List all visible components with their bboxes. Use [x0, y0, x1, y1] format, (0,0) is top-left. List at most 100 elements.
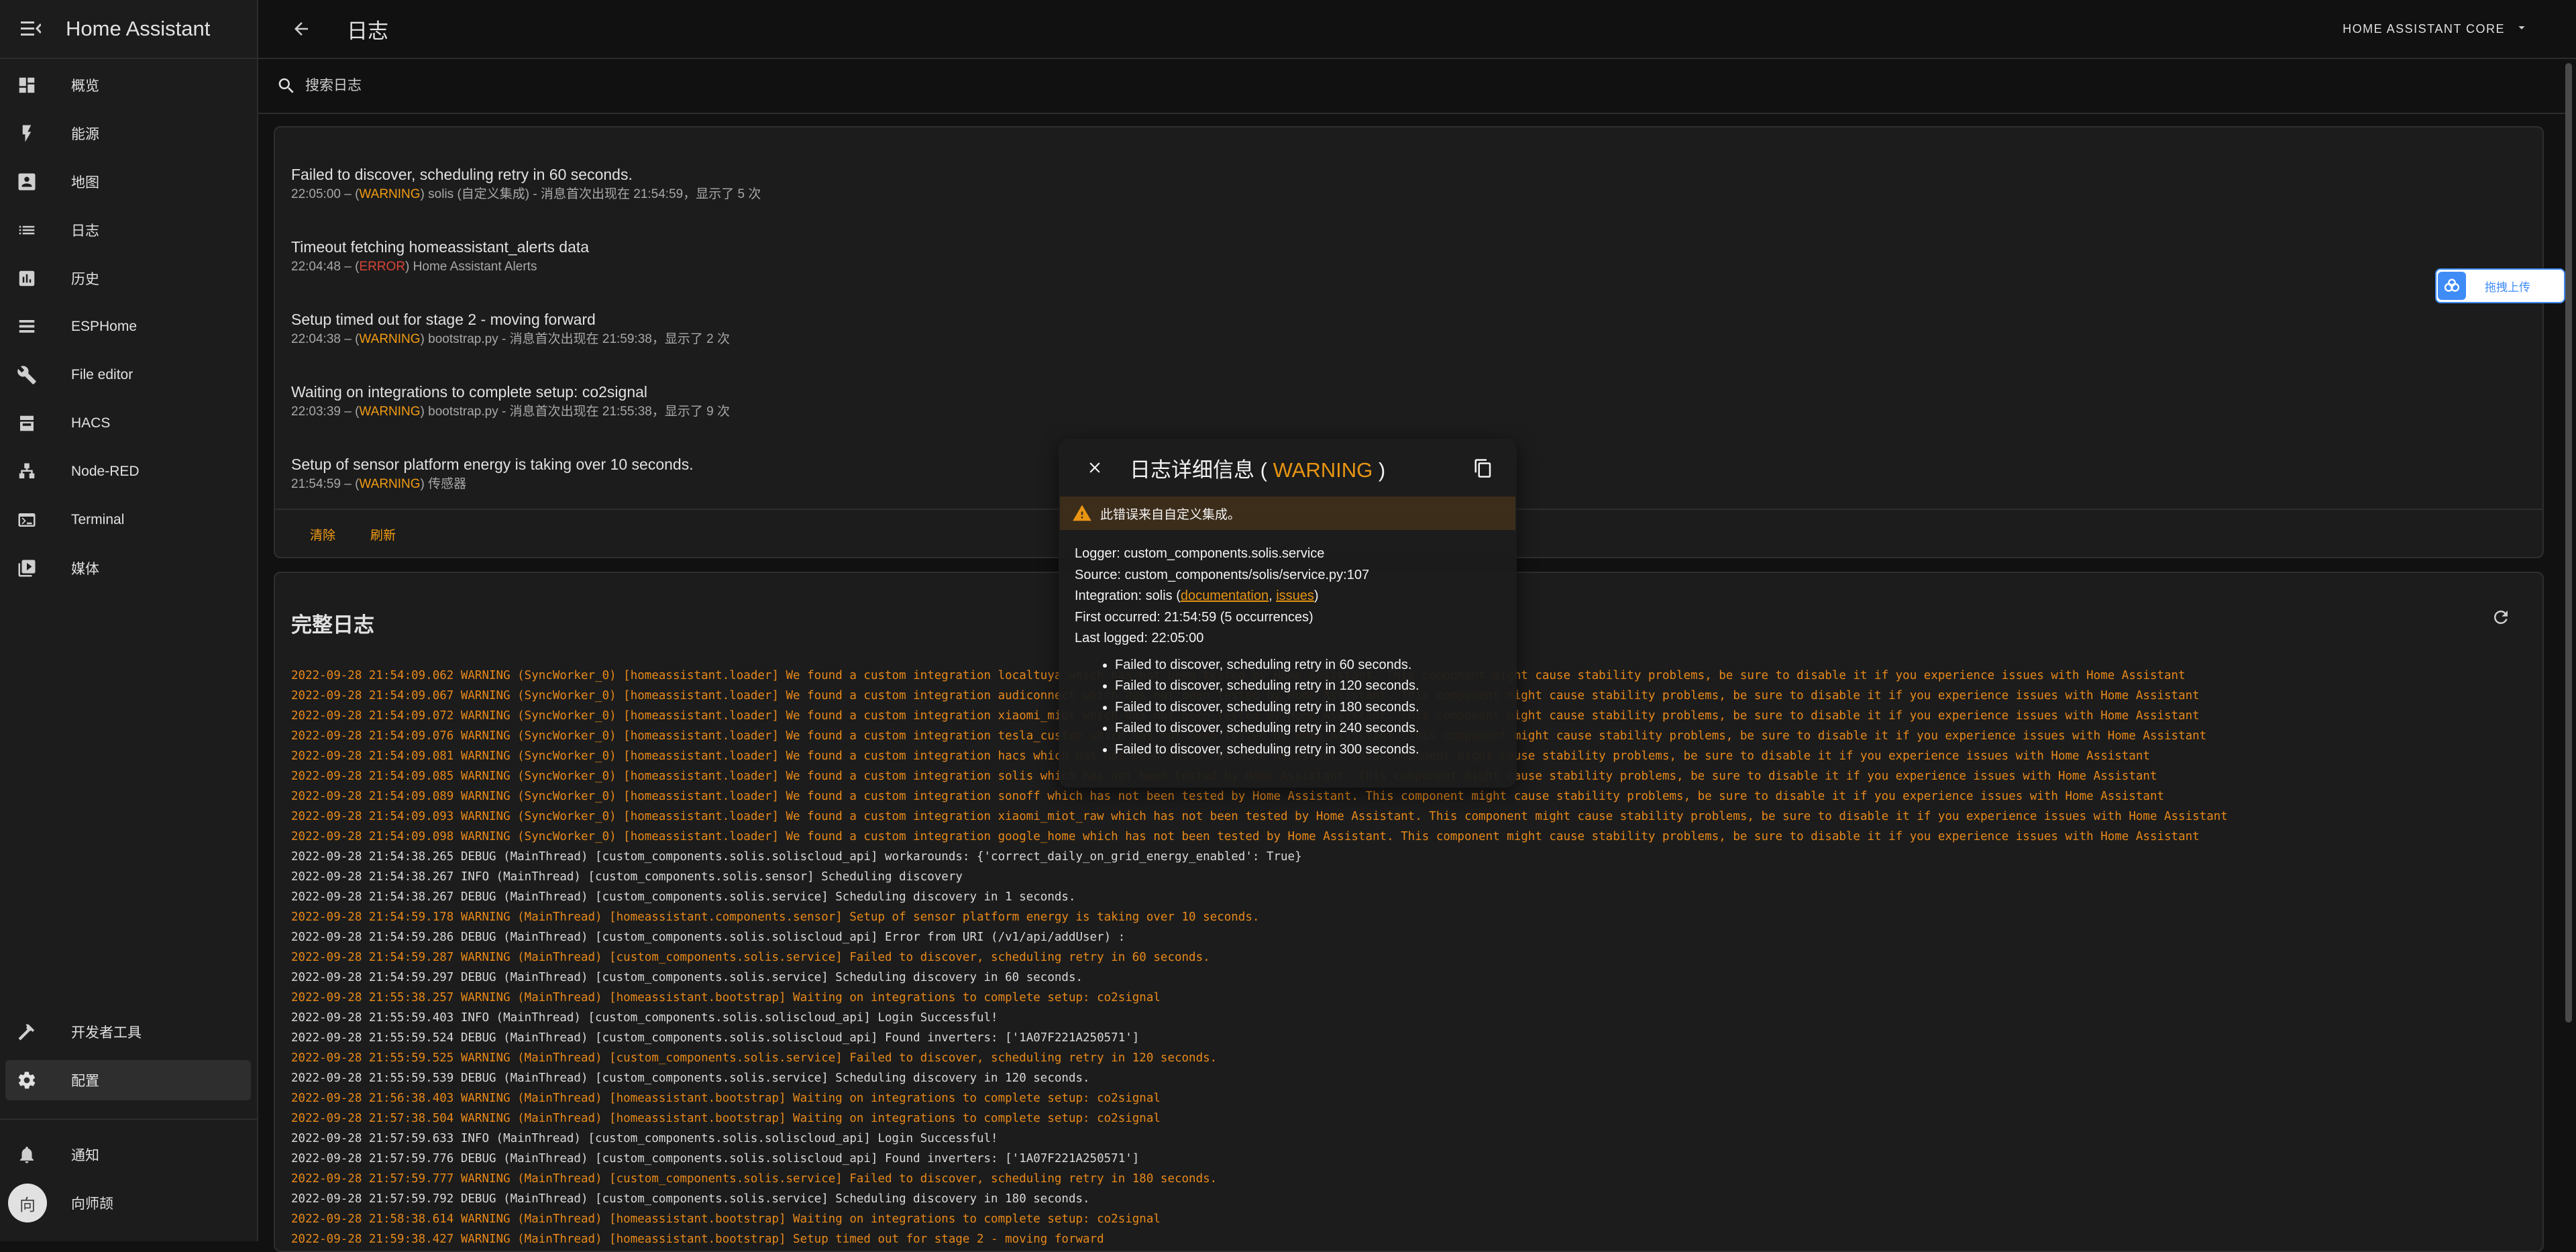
log-line: 2022-09-28 21:57:38.504 WARNING (MainThr…: [291, 1112, 1161, 1125]
sidebar-item-label: 日志: [71, 223, 99, 239]
log-line: 2022-09-28 21:57:59.777 WARNING (MainThr…: [291, 1172, 1218, 1186]
log-entry-message: Waiting on integrations to complete setu…: [291, 383, 648, 401]
first-occurred-line: First occurred: 21:54:59 (5 occurrences): [1075, 609, 1313, 625]
log-level-badge: WARNING: [359, 332, 421, 346]
sidebar-item-label: Terminal: [71, 512, 125, 527]
sidebar-item-user[interactable]: 向 向师颉: [0, 1179, 257, 1227]
message-item: Failed to discover, scheduling retry in …: [1115, 739, 1501, 761]
log-entry-meta: 22:03:39 – (WARNING) bootstrap.py - 消息首次…: [291, 405, 730, 419]
log-entry[interactable]: Waiting on integrations to complete setu…: [291, 381, 761, 454]
log-line: 2022-09-28 21:59:38.427 WARNING (MainThr…: [291, 1233, 1104, 1246]
log-line: 2022-09-28 21:55:59.403 INFO (MainThread…: [291, 1011, 998, 1025]
sidebar-item-11[interactable]: 开发者工具: [0, 1008, 257, 1056]
search-input[interactable]: [304, 77, 1648, 95]
sidebar-item-9[interactable]: Terminal: [0, 496, 257, 544]
log-line: 2022-09-28 21:57:59.776 DEBUG (MainThrea…: [291, 1152, 1140, 1165]
sidebar-item-label: File editor: [71, 367, 133, 382]
dialog-level: WARNING: [1273, 458, 1373, 482]
sidebar-item-5[interactable]: ESPHome: [0, 303, 257, 351]
message-item: Failed to discover, scheduling retry in …: [1115, 655, 1501, 676]
chart-icon: [16, 268, 38, 289]
copy-icon[interactable]: [1468, 454, 1498, 483]
esphome-icon: [16, 316, 38, 337]
log-line: 2022-09-28 21:54:09.089 WARNING (SyncWor…: [291, 790, 2165, 803]
sidebar: Home Assistant 概览能源地图日志历史 ESPHome File edi…: [0, 0, 258, 1241]
back-arrow-icon[interactable]: [285, 13, 317, 45]
sidebar-item-12[interactable]: 配置: [0, 1056, 257, 1104]
custom-integration-alert: 此错误来自自定义集成。: [1060, 497, 1515, 530]
log-line: 2022-09-28 21:54:38.267 DEBUG (MainThrea…: [291, 890, 1076, 904]
log-line: 2022-09-28 21:56:38.403 WARNING (MainThr…: [291, 1092, 1161, 1105]
sidebar-item-7[interactable]: HACS: [0, 399, 257, 448]
log-line: 2022-09-28 21:54:59.287 WARNING (MainThr…: [291, 951, 1210, 964]
integration-suffix: ): [1313, 588, 1319, 603]
log-entry[interactable]: Setup timed out for stage 2 - moving for…: [291, 309, 761, 381]
close-icon[interactable]: [1079, 452, 1111, 484]
message-item: Failed to discover, scheduling retry in …: [1115, 676, 1501, 697]
hammer-icon: [16, 1021, 38, 1043]
refresh-button[interactable]: 刷新: [365, 520, 401, 549]
log-line: 2022-09-28 21:54:59.178 WARNING (MainThr…: [291, 910, 1260, 924]
search-bar: [258, 59, 2566, 114]
dialog-title-text: 日志详细信息: [1130, 458, 1254, 482]
log-line: 2022-09-28 21:55:59.539 DEBUG (MainThrea…: [291, 1072, 1090, 1085]
log-entry-meta: 22:05:00 – (WARNING) solis (自定义集成) - 消息首…: [291, 187, 761, 201]
sidebar-item-notifications[interactable]: 通知: [0, 1131, 257, 1179]
message-item: Failed to discover, scheduling retry in …: [1115, 697, 1501, 719]
wrench-icon: [16, 364, 38, 386]
sidebar-item-3[interactable]: 日志: [0, 206, 257, 254]
sidebar-item-0[interactable]: 概览: [0, 61, 257, 109]
clear-button[interactable]: 清除: [305, 520, 341, 549]
upload-label: 拖拽上传: [2485, 280, 2530, 294]
log-line: 2022-09-28 21:54:09.098 WARNING (SyncWor…: [291, 830, 2200, 843]
sidebar-item-label: 开发者工具: [71, 1025, 142, 1041]
log-entry[interactable]: Timeout fetching homeassistant_alerts da…: [291, 236, 761, 309]
lightning-icon: [16, 123, 38, 144]
log-line: 2022-09-28 21:55:59.524 DEBUG (MainThrea…: [291, 1031, 1140, 1045]
integration-line: Integration: solis (documentation, issue…: [1075, 586, 1501, 607]
last-logged-line: Last logged: 22:05:00: [1075, 631, 1204, 645]
sidebar-item-label: 概览: [71, 79, 99, 94]
menu-collapse-icon[interactable]: [17, 15, 44, 42]
page-scrollbar[interactable]: [2564, 59, 2573, 1241]
sidebar-item-label: 媒体: [71, 562, 99, 577]
refresh-icon[interactable]: [2486, 603, 2516, 632]
log-line: 2022-09-28 21:54:09.093 WARNING (SyncWor…: [291, 810, 2228, 823]
sidebar-item-label: 地图: [71, 175, 99, 191]
gear-icon: [16, 1070, 38, 1091]
sidebar-item-2[interactable]: 地图: [0, 158, 257, 206]
sidebar-item-label: ESPHome: [71, 319, 138, 334]
sidebar-item-label: 配置: [71, 1074, 99, 1089]
sidebar-item-1[interactable]: 能源: [0, 109, 257, 158]
message-item: Failed to discover, scheduling retry in …: [1115, 718, 1501, 739]
alert-text: 此错误来自自定义集成。: [1100, 507, 1241, 522]
chevron-down-icon: [2514, 20, 2529, 38]
dialog-body: Logger: custom_components.solis.service …: [1059, 530, 1517, 774]
sidebar-item-8[interactable]: Node-RED: [0, 448, 257, 496]
sidebar-bottom-nav: 开发者工具 配置: [0, 1008, 257, 1104]
dialog-title-paren-open: (: [1254, 458, 1273, 482]
documentation-link[interactable]: documentation: [1181, 588, 1269, 603]
console-icon: [16, 509, 38, 531]
issues-link[interactable]: issues: [1276, 588, 1314, 603]
sidebar-item-label: 历史: [71, 272, 99, 287]
list-icon: [16, 219, 38, 241]
sidebar-item-6[interactable]: File editor: [0, 351, 257, 399]
log-line: 2022-09-28 21:54:38.265 DEBUG (MainThrea…: [291, 850, 1302, 864]
sidebar-item-10[interactable]: 媒体: [0, 544, 257, 592]
upload-widget[interactable]: 拖拽上传: [2435, 268, 2565, 303]
log-entry-message: Setup timed out for stage 2 - moving for…: [291, 311, 596, 328]
log-entry-message: Timeout fetching homeassistant_alerts da…: [291, 238, 590, 256]
log-source-select[interactable]: HOME ASSISTANT CORE: [2343, 0, 2529, 58]
log-level-badge: WARNING: [359, 477, 421, 491]
log-line: 2022-09-28 21:54:59.286 DEBUG (MainThrea…: [291, 931, 1126, 944]
log-entry-meta: 22:04:48 – (ERROR) Home Assistant Alerts: [291, 260, 537, 274]
dialog-header: 日志详细信息 ( WARNING ): [1059, 439, 1517, 497]
sitemap-icon: [16, 461, 38, 482]
log-line: 2022-09-28 21:54:38.267 INFO (MainThread…: [291, 870, 963, 884]
play-box-icon: [16, 558, 38, 579]
sidebar-item-4[interactable]: 历史: [0, 254, 257, 303]
log-entry[interactable]: Failed to discover, scheduling retry in …: [291, 164, 761, 236]
sidebar-header: Home Assistant: [0, 0, 257, 59]
scrollbar-thumb[interactable]: [2565, 63, 2572, 1023]
